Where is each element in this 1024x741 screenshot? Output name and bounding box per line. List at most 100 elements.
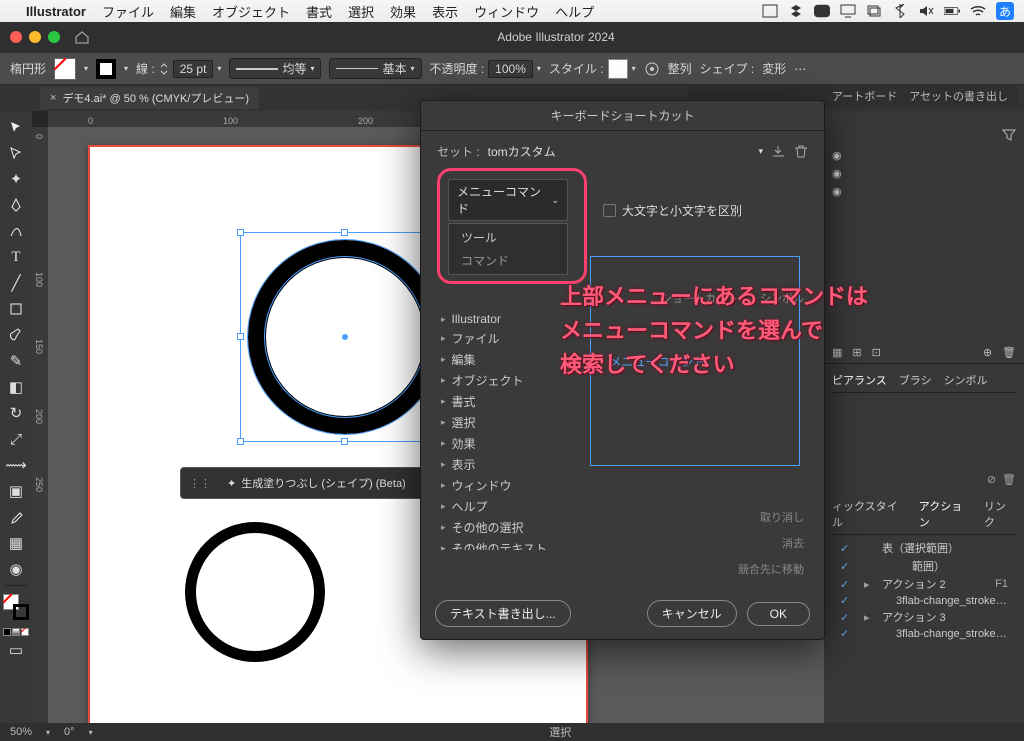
tray-bluetooth-icon[interactable] <box>892 3 908 19</box>
type-tool[interactable]: T <box>3 245 29 269</box>
menu-item-command[interactable]: コマンド <box>449 249 567 272</box>
caret-down-icon[interactable]: ▾ <box>46 728 50 737</box>
tray-mute-icon[interactable] <box>918 3 934 19</box>
curvature-tool[interactable] <box>3 219 29 243</box>
menu-item-menucmd[interactable]: メニューコマンド <box>590 256 800 466</box>
icon[interactable]: 🗑 <box>1002 473 1016 486</box>
fill-stroke-control[interactable] <box>3 594 29 624</box>
swatch-caret-icon[interactable]: ▾ <box>124 64 128 73</box>
color-mode-minis[interactable] <box>3 628 29 636</box>
menu-object[interactable]: オブジェクト <box>212 2 290 21</box>
tray-ime[interactable]: あ <box>996 2 1014 20</box>
screen-mode-tool[interactable]: ▭ <box>3 638 29 662</box>
stroke-weight-input[interactable]: 25 pt <box>173 60 214 78</box>
rotate-tool[interactable]: ↻ <box>3 401 29 425</box>
panel-icon[interactable]: ▦ <box>832 346 842 359</box>
menu-file[interactable]: ファイル <box>102 2 154 21</box>
tray-line-icon[interactable] <box>814 3 830 19</box>
app-name[interactable]: Illustrator <box>26 4 86 19</box>
visibility-icon[interactable]: ◉ <box>832 185 1016 198</box>
blend-tool[interactable]: ◉ <box>3 557 29 581</box>
menu-select[interactable]: 選択 <box>348 2 374 21</box>
free-transform-tool[interactable]: ▣ <box>3 479 29 503</box>
document-tab[interactable]: × デモ4.ai* @ 50 % (CMYK/プレビュー) <box>40 87 259 109</box>
filter-icon[interactable] <box>1002 129 1016 141</box>
stroke-profile-dropdown[interactable]: 均等▾ <box>229 58 321 79</box>
scale-tool[interactable]: ⤢ <box>3 427 29 451</box>
menu-item-tools[interactable]: ツール <box>449 226 567 249</box>
caret-down-icon[interactable]: ▾ <box>758 146 763 157</box>
width-tool[interactable]: ⟿ <box>3 453 29 477</box>
tab-action[interactable]: アクション <box>919 498 972 530</box>
fill-swatch[interactable] <box>54 58 76 80</box>
set-dropdown[interactable]: tomカスタム <box>488 143 751 160</box>
shape-label[interactable]: シェイプ : <box>700 60 755 77</box>
handle-bl[interactable] <box>237 438 244 445</box>
menu-effect[interactable]: 効果 <box>390 2 416 21</box>
rect-tool[interactable] <box>3 297 29 321</box>
tree-item[interactable]: ▸ウィンドウ <box>437 475 808 496</box>
opacity-input[interactable]: 100% <box>488 60 533 78</box>
action-row[interactable]: ✓3flab-change_stroke_width_down <box>838 626 1010 641</box>
gradient-tool[interactable]: ▦ <box>3 531 29 555</box>
stroke-swatch[interactable] <box>96 59 116 79</box>
tab-asset-export[interactable]: アセットの書き出し <box>909 88 1008 104</box>
delete-set-icon[interactable] <box>794 144 808 159</box>
action-row[interactable]: ✓範囲） <box>838 557 1010 575</box>
wand-tool[interactable]: ✦ <box>3 167 29 191</box>
extras-icon[interactable]: ⋯ <box>794 62 806 76</box>
stroke-stepper-icon[interactable] <box>159 62 169 76</box>
icon[interactable]: ⊘ <box>987 473 996 486</box>
export-text-button[interactable]: テキスト書き出し... <box>435 600 571 627</box>
caret-down-icon[interactable]: ▾ <box>632 64 636 73</box>
tab-appearance[interactable]: ピアランス <box>832 372 887 388</box>
caret-down-icon[interactable]: ▾ <box>537 64 541 73</box>
align-label[interactable]: 整列 <box>668 60 692 77</box>
brush-tool[interactable] <box>3 323 29 347</box>
tray-battery-icon[interactable] <box>944 3 960 19</box>
pen-tool[interactable] <box>3 193 29 217</box>
menu-window[interactable]: ウィンドウ <box>474 2 539 21</box>
swatch-caret-icon[interactable]: ▾ <box>84 64 88 73</box>
ok-button[interactable]: OK <box>747 602 810 626</box>
action-row[interactable]: ✓3flab-change_stroke_width_up <box>838 593 1010 608</box>
ellipse-shape[interactable] <box>185 522 325 662</box>
cancel-button[interactable]: キャンセル <box>647 600 737 627</box>
menu-edit[interactable]: 編集 <box>170 2 196 21</box>
eyedropper-tool[interactable] <box>3 505 29 529</box>
line-tool[interactable]: ╱ <box>3 271 29 295</box>
save-set-icon[interactable] <box>771 144 786 159</box>
tray-stack-icon[interactable] <box>866 3 882 19</box>
brush-dropdown[interactable]: 基本▾ <box>329 58 421 79</box>
tab-artboard[interactable]: アートボード <box>832 88 897 104</box>
tray-display-icon[interactable] <box>840 3 856 19</box>
visibility-icon[interactable]: ◉ <box>832 149 1016 162</box>
tray-box-icon[interactable] <box>762 3 778 19</box>
action-row[interactable]: ✓▸アクション 2F1 <box>838 575 1010 593</box>
rotation-field[interactable]: 0° <box>64 726 75 738</box>
case-checkbox[interactable] <box>603 204 616 217</box>
action-row[interactable]: ✓表（選択範囲） <box>838 539 1010 557</box>
tab-brush[interactable]: ブラシ <box>899 372 932 388</box>
drag-handle-icon[interactable]: ⋮⋮ <box>189 477 211 490</box>
handle-tm[interactable] <box>341 229 348 236</box>
action-row[interactable]: ✓▸アクション 3 <box>838 608 1010 626</box>
generative-fill-button[interactable]: ✦生成塗りつぶし (シェイプ) (Beta) <box>221 472 412 494</box>
handle-bm[interactable] <box>341 438 348 445</box>
tab-gstyle[interactable]: ィックスタイル <box>832 498 907 530</box>
maximize-window-button[interactable] <box>48 31 60 43</box>
zoom-field[interactable]: 50% <box>10 726 32 738</box>
menu-view[interactable]: 表示 <box>432 2 458 21</box>
eraser-tool[interactable]: ◧ <box>3 375 29 399</box>
minimize-window-button[interactable] <box>29 31 41 43</box>
panel-icon[interactable]: ⊞ <box>852 346 861 359</box>
close-window-button[interactable] <box>10 31 22 43</box>
tray-dropbox-icon[interactable] <box>788 3 804 19</box>
menu-type[interactable]: 書式 <box>306 2 332 21</box>
panel-icon[interactable]: ⊕ <box>983 346 992 359</box>
style-swatch[interactable] <box>608 59 628 79</box>
recolor-icon[interactable] <box>644 61 660 77</box>
category-dropdown[interactable]: メニューコマンド⌄ <box>448 179 568 221</box>
home-icon[interactable] <box>74 29 90 45</box>
panel-icon[interactable]: ⊡ <box>872 346 881 359</box>
